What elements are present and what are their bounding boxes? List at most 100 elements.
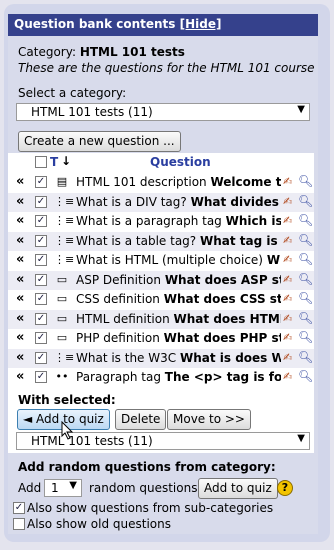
row-checkbox[interactable]: ✓: [35, 254, 47, 266]
edit-icon[interactable]: ✍: [283, 312, 292, 325]
row-checkbox[interactable]: ✓: [35, 215, 47, 227]
row-checkbox[interactable]: ✓: [35, 273, 47, 286]
select-category-label: Select a category:: [18, 86, 127, 100]
category-name: HTML 101 tests: [79, 45, 185, 59]
sort-arrow-icon[interactable]: ↓: [61, 154, 71, 168]
move-left-icon[interactable]: «: [16, 291, 24, 306]
random-count-select[interactable]: 1 ▼: [44, 479, 82, 497]
multichoice-icon: ⋮≡: [54, 253, 75, 266]
row-checkbox[interactable]: ✓: [35, 351, 47, 364]
row-checkbox[interactable]: ✓: [35, 371, 47, 383]
random-add-label: Add: [18, 481, 41, 503]
category-description: These are the questions for the HTML 101…: [18, 61, 315, 75]
question-text: Paragraph tag The <p> tag is for r: [76, 370, 281, 384]
edit-icon[interactable]: ✍: [283, 234, 292, 247]
row-checkbox[interactable]: ✓: [35, 312, 47, 325]
edit-icon[interactable]: ✍: [283, 195, 292, 208]
move-target-value: HTML 101 tests (11): [31, 434, 153, 448]
preview-icon[interactable]: 🔍︎: [298, 194, 313, 208]
move-left-icon[interactable]: «: [16, 272, 24, 287]
row-checkbox[interactable]: ✓: [35, 293, 47, 305]
move-left-icon[interactable]: «: [16, 213, 24, 228]
edit-icon[interactable]: ✍: [283, 273, 292, 286]
subcategories-label: Also show questions from sub-categories: [27, 501, 274, 515]
preview-icon[interactable]: 🔍︎: [298, 213, 313, 227]
edit-icon[interactable]: ✍: [283, 292, 292, 305]
multichoice-icon: ⋮≡: [54, 233, 75, 247]
table-row: « ✓ ⋮≡ What is a DIV tag? What divides c ✍ 🔍︎: [8, 192, 314, 212]
add-random-button[interactable]: Add to quiz: [198, 478, 278, 499]
table-row: « ✓ ▤ HTML 101 description Welcome to✍ 🔍︎: [8, 173, 314, 192]
row-checkbox[interactable]: ✓: [35, 332, 47, 344]
row-checkbox[interactable]: ✓: [35, 195, 47, 208]
category-label: Category:: [18, 45, 76, 59]
shortanswer-icon: ▭: [56, 272, 68, 286]
question-text: HTML 101 description Welcome to: [76, 175, 281, 189]
preview-icon[interactable]: 🔍︎: [298, 311, 313, 325]
multichoice-icon: ⋮≡: [54, 194, 75, 208]
row-checkbox[interactable]: ✓: [35, 234, 47, 247]
chevron-down-icon: ▼: [297, 104, 305, 115]
table-row: « ✓ ▭ ASP Definition What does ASP sta ✍ 🔍︎: [8, 270, 314, 290]
old-questions-checkbox[interactable]: [13, 518, 25, 530]
chevron-down-icon: ▼: [69, 480, 77, 491]
random-after-label: random questions: [89, 481, 198, 495]
table-row: « ✓ •• Paragraph tag The <p> tag is for r✍ 🔍…: [8, 368, 314, 387]
edit-icon[interactable]: ✍: [283, 370, 292, 383]
preview-icon[interactable]: 🔍︎: [298, 291, 313, 305]
question-text: What is the W3C What is does W: [76, 350, 281, 365]
table-row: « ✓ ⋮≡What is a table tag? What tag is fo✍…: [8, 231, 314, 251]
preview-icon[interactable]: 🔍︎: [298, 369, 313, 383]
edit-icon[interactable]: ✍: [283, 351, 292, 364]
question-text: CSS definition What does CSS sta: [76, 292, 281, 306]
question-text: ASP Definition What does ASP sta: [76, 272, 281, 287]
shortanswer-icon: ▭: [56, 292, 68, 305]
sort-type-header[interactable]: T: [50, 155, 58, 169]
mouse-cursor-icon: [61, 421, 74, 440]
move-to-button[interactable]: Move to >>: [167, 409, 251, 430]
table-row: « ✓ ▭ PHP definition What does PHP sta ✍ 🔍︎: [8, 329, 314, 348]
preview-icon[interactable]: 🔍︎: [298, 252, 313, 266]
with-selected-label: With selected:: [18, 393, 116, 407]
move-left-icon[interactable]: «: [16, 350, 24, 365]
edit-icon[interactable]: ✍: [283, 253, 292, 266]
move-left-icon[interactable]: «: [16, 330, 24, 345]
preview-icon[interactable]: 🔍︎: [298, 272, 313, 286]
question-text: What is a DIV tag? What divides c: [76, 194, 281, 209]
move-left-icon[interactable]: «: [16, 174, 24, 189]
row-checkbox[interactable]: ✓: [35, 176, 47, 188]
shortanswer-icon: ▭: [56, 331, 68, 344]
category-select-value: HTML 101 tests (11): [31, 105, 153, 119]
table-row: « ✓ ⋮≡What is HTML (multiple choice) What✍…: [8, 251, 314, 270]
sort-question-header[interactable]: Question: [150, 155, 211, 169]
help-icon[interactable]: ?: [277, 480, 293, 496]
question-text: What is a table tag? What tag is fo: [76, 233, 281, 248]
old-questions-label: Also show old questions: [27, 517, 171, 531]
preview-icon[interactable]: 🔍︎: [298, 174, 313, 188]
table-row: « ✓ ⋮≡ What is the W3C What is does W ✍ 🔍︎: [8, 348, 314, 368]
chevron-down-icon: ▼: [297, 433, 305, 444]
edit-icon[interactable]: ✍: [283, 331, 292, 344]
subcategories-checkbox[interactable]: ✓: [13, 502, 25, 514]
move-left-icon[interactable]: «: [16, 233, 24, 248]
table-header: T ↓ Question: [8, 153, 314, 171]
move-left-icon[interactable]: «: [16, 252, 24, 267]
question-text: What is HTML (multiple choice) What: [76, 253, 281, 267]
move-left-icon[interactable]: «: [16, 194, 24, 209]
category-select[interactable]: HTML 101 tests (11) ▼: [16, 103, 310, 121]
move-left-icon[interactable]: «: [16, 369, 24, 384]
random-add-text: Add: [18, 481, 42, 495]
select-all-checkbox[interactable]: [35, 156, 47, 168]
create-question-button[interactable]: Create a new question ...: [18, 131, 181, 152]
question-text: HTML definition What does HTML: [76, 311, 281, 326]
delete-button[interactable]: Delete: [115, 409, 167, 430]
question-text: What is a paragraph tag Which is a: [76, 214, 281, 228]
move-left-icon[interactable]: «: [16, 311, 24, 326]
hide-link[interactable]: [Hide]: [180, 17, 222, 31]
preview-icon[interactable]: 🔍︎: [298, 350, 313, 364]
panel-header: Question bank contents [Hide]: [8, 14, 318, 36]
preview-icon[interactable]: 🔍︎: [298, 233, 313, 247]
preview-icon[interactable]: 🔍︎: [298, 330, 313, 344]
edit-icon[interactable]: ✍: [283, 214, 292, 227]
edit-icon[interactable]: ✍: [283, 175, 292, 188]
